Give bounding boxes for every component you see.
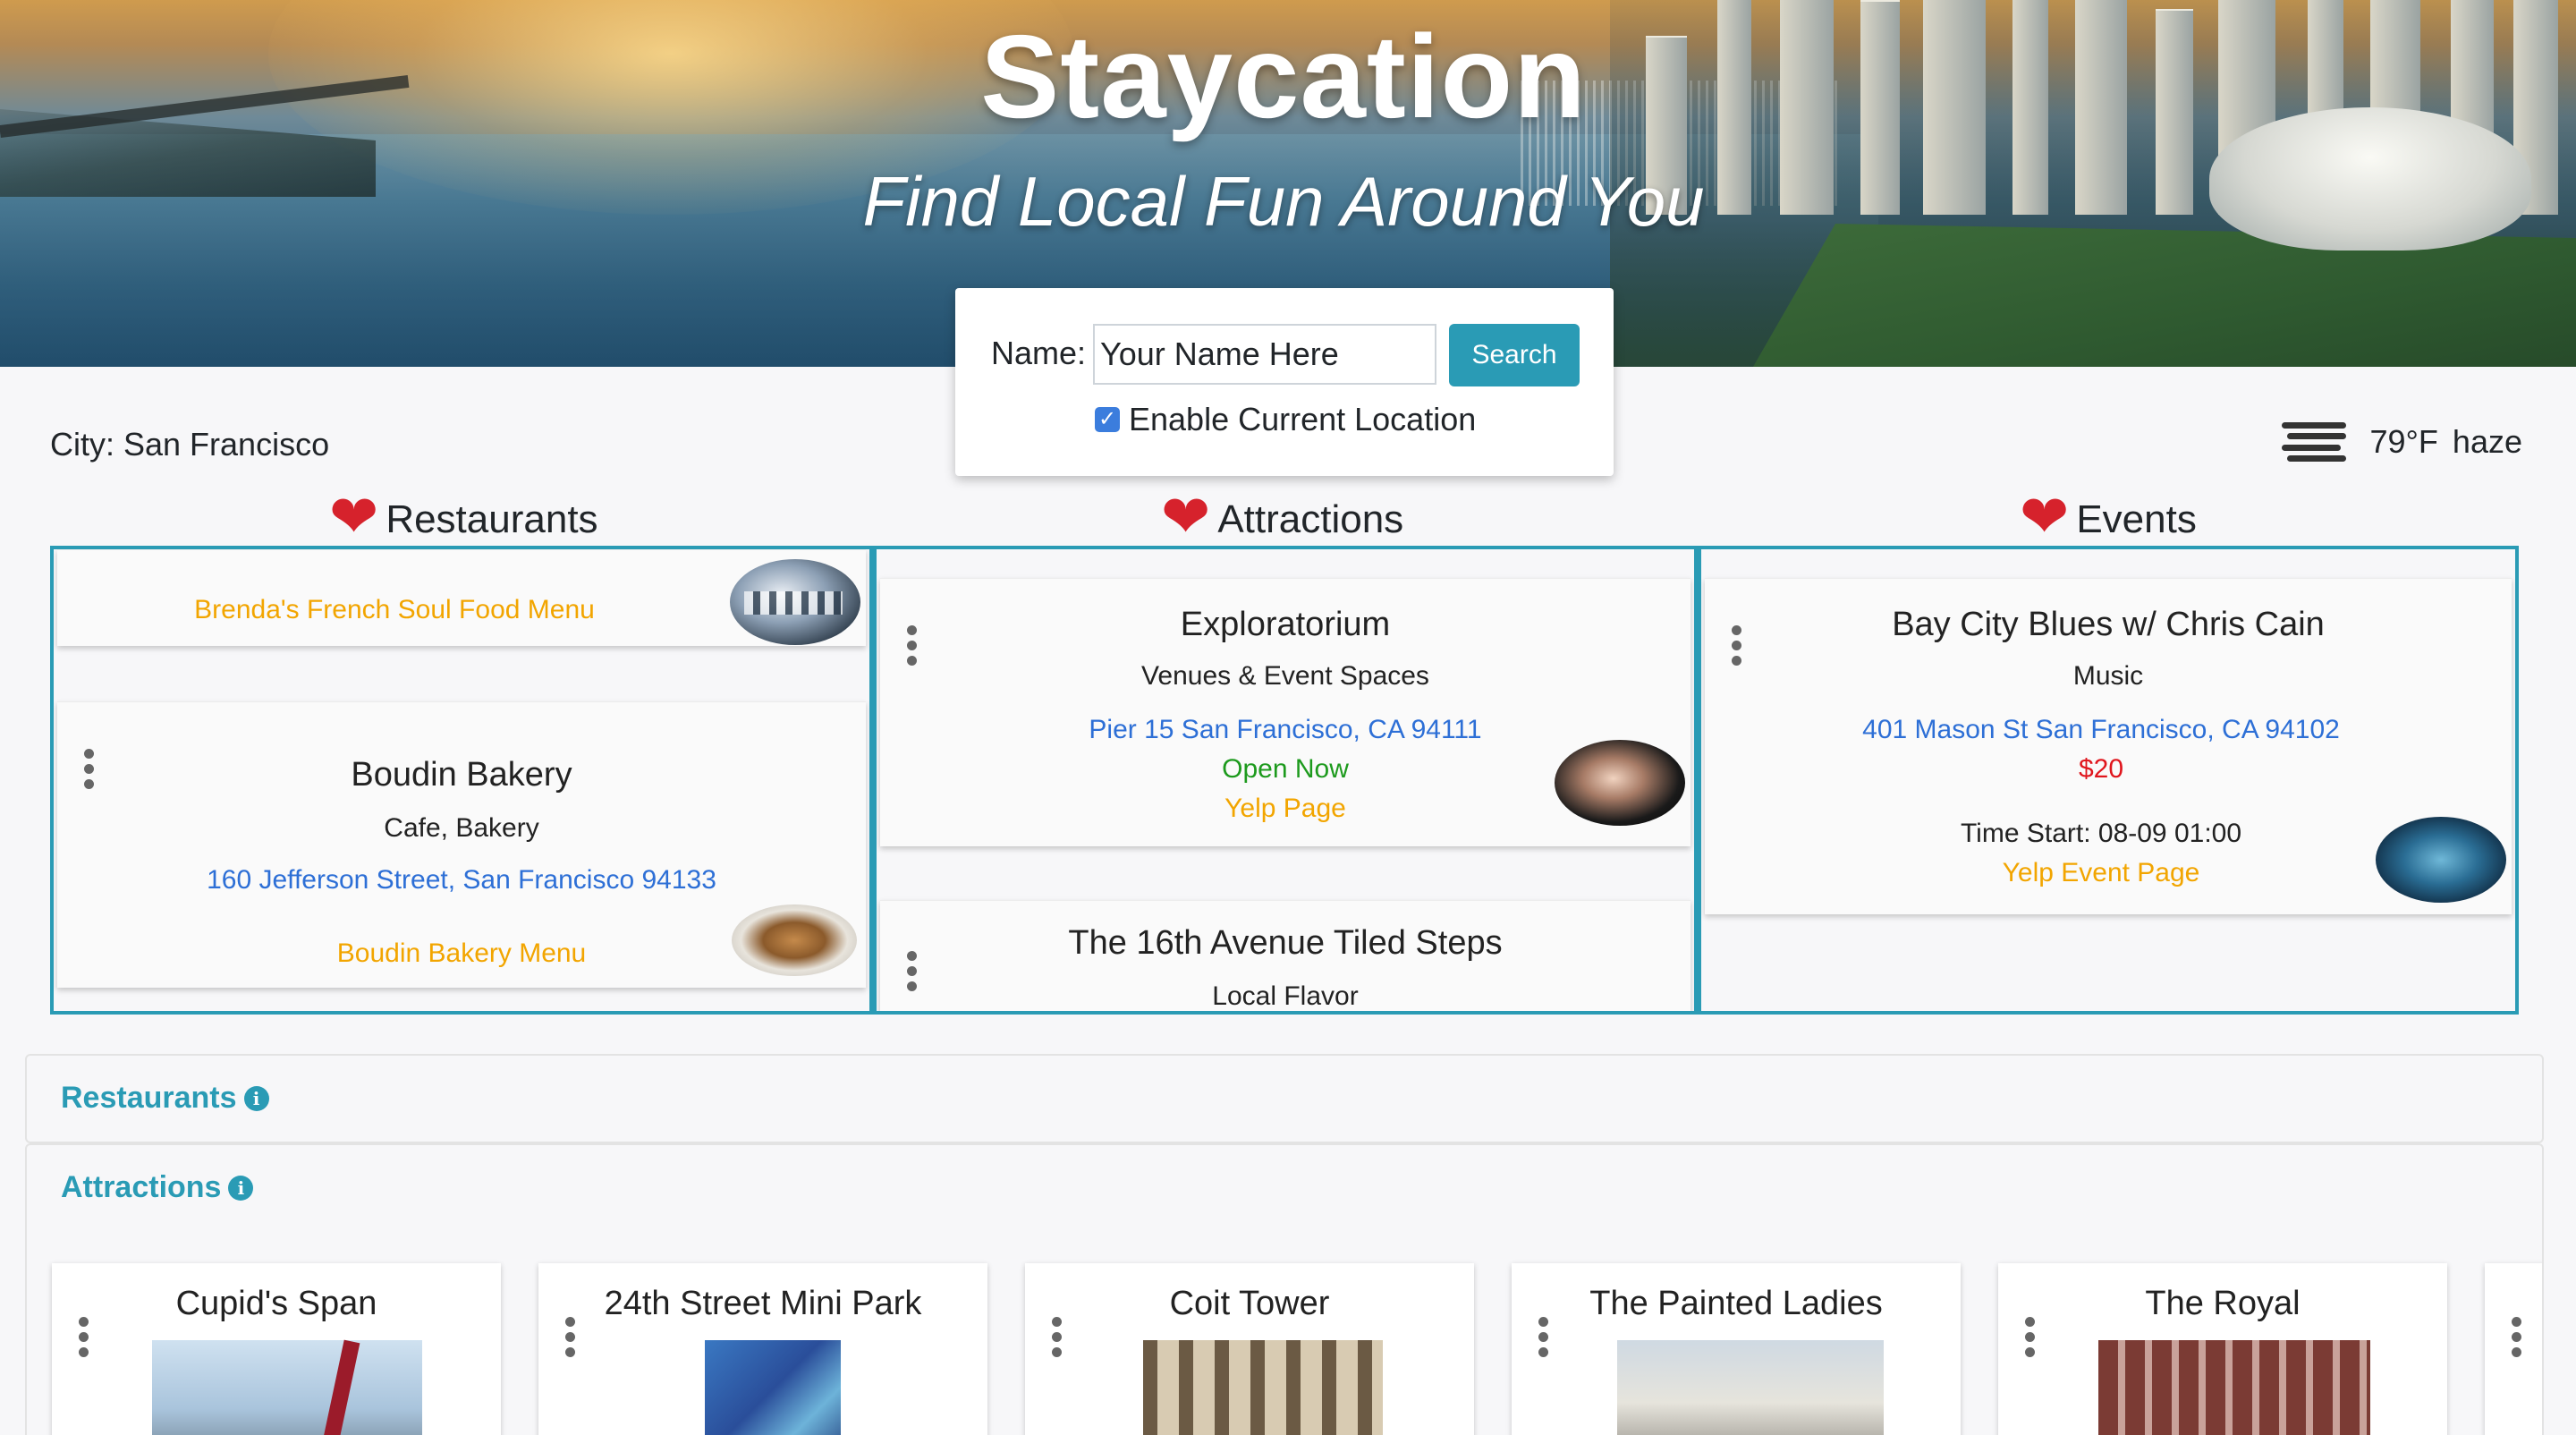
restaurant-photo — [732, 904, 857, 976]
carousel-card[interactable]: Cupid's Span — [52, 1263, 501, 1435]
restaurant-name: Boudin Bakery — [351, 756, 572, 794]
weather-temperature: 79°F — [2369, 423, 2438, 460]
attraction-type: Venues & Event Spaces — [1141, 661, 1429, 691]
restaurant-type: Cafe, Bakery — [384, 813, 539, 843]
carousel-card-image — [1617, 1340, 1884, 1435]
restaurants-accordion[interactable]: Restaurants i — [25, 1054, 2544, 1143]
heart-icon[interactable]: ❤ — [329, 487, 378, 546]
event-type: Music — [2072, 661, 2144, 691]
heart-icon[interactable]: ❤ — [2020, 487, 2069, 546]
name-label: Name: — [991, 335, 1087, 371]
attraction-card[interactable]: Exploratorium Venues & Event Spaces Pier… — [880, 578, 1690, 846]
carousel-card[interactable]: 24th Street Mini Park — [538, 1263, 987, 1435]
attractions-column[interactable]: Exploratorium Venues & Event Spaces Pier… — [873, 546, 1698, 1015]
events-heading: ❤ Events — [2020, 487, 2197, 549]
attraction-photo — [1555, 740, 1685, 826]
carousel-card-title: Coit Tower — [1169, 1285, 1330, 1322]
restaurants-heading-label: Restaurants — [386, 497, 598, 541]
location-label: Enable Current Location — [1129, 401, 1477, 437]
info-icon: i — [228, 1175, 254, 1201]
carousel-card[interactable]: The Painted Ladies — [1512, 1263, 1961, 1435]
checkbox-checked-icon[interactable]: ✓ — [1095, 407, 1120, 432]
attraction-address[interactable]: Pier 15 San Francisco, CA 94111 — [880, 715, 1690, 745]
event-name: Bay City Blues w/ Chris Cain — [1892, 606, 2325, 643]
attraction-card[interactable]: The 16th Avenue Tiled Steps Local Flavor — [880, 900, 1690, 1011]
attractions-heading-label: Attractions — [1217, 497, 1404, 541]
carousel-card[interactable] — [2485, 1263, 2542, 1435]
accordion-title: Attractions — [61, 1170, 222, 1204]
restaurants-column[interactable]: Brenda's French Soul Food Menu Boudin Ba… — [50, 546, 873, 1015]
carousel-card-image — [2098, 1340, 2370, 1435]
attractions-heading: ❤ Attractions — [1161, 487, 1404, 549]
accordion-header[interactable]: Attractions i — [61, 1170, 254, 1205]
events-column[interactable]: Bay City Blues w/ Chris Cain Music 401 M… — [1698, 546, 2519, 1015]
more-options-icon[interactable] — [2512, 1317, 2521, 1357]
restaurant-photo — [730, 559, 860, 645]
event-address[interactable]: 401 Mason St San Francisco, CA 94102 — [1705, 715, 2512, 745]
attractions-accordion[interactable]: Attractions i — [25, 1143, 2544, 1233]
event-photo — [2376, 817, 2506, 903]
attraction-name: The 16th Avenue Tiled Steps — [1068, 924, 1503, 962]
carousel-card-image — [1143, 1340, 1383, 1435]
restaurants-heading: ❤ Restaurants — [329, 487, 598, 549]
restaurant-card[interactable]: Brenda's French Soul Food Menu — [57, 549, 866, 646]
attraction-name: Exploratorium — [1180, 606, 1391, 643]
event-price: $20 — [2078, 754, 2124, 784]
restaurant-address[interactable]: 160 Jefferson Street, San Francisco 9413… — [57, 865, 866, 896]
carousel-card[interactable]: The Royal — [1998, 1263, 2447, 1435]
haze-icon — [2282, 422, 2347, 462]
name-input[interactable] — [1093, 324, 1436, 385]
carousel-card-image — [152, 1339, 422, 1435]
name-search-card: Name: Search ✓ Enable Current Location — [955, 288, 1614, 476]
location-toggle[interactable]: ✓ Enable Current Location — [1095, 401, 1476, 438]
accordion-title: Restaurants — [61, 1081, 237, 1115]
attraction-type: Local Flavor — [1212, 981, 1359, 1011]
city-label: City: San Francisco — [50, 426, 330, 463]
carousel-card-title: The Painted Ladies — [1589, 1285, 1883, 1322]
weather-condition: haze — [2452, 423, 2522, 460]
accordion-header[interactable]: Restaurants i — [61, 1081, 269, 1116]
info-icon: i — [243, 1085, 269, 1111]
carousel-card-title: Cupid's Span — [175, 1285, 377, 1322]
event-card[interactable]: Bay City Blues w/ Chris Cain Music 401 M… — [1705, 578, 2512, 914]
carousel-card[interactable]: Coit Tower — [1025, 1263, 1474, 1435]
site-title: Staycation — [980, 11, 1587, 142]
weather-widget: 79°F haze — [2282, 422, 2522, 462]
carousel-card-image — [705, 1340, 841, 1435]
carousel-card-title: The Royal — [2145, 1285, 2301, 1322]
events-heading-label: Events — [2076, 497, 2197, 541]
attractions-carousel[interactable]: Cupid's Span 24th Street Mini Park Coit … — [25, 1231, 2544, 1435]
search-button[interactable]: Search — [1449, 324, 1580, 386]
carousel-card-title: 24th Street Mini Park — [604, 1285, 922, 1322]
restaurant-card[interactable]: Boudin Bakery Cafe, Bakery 160 Jefferson… — [57, 701, 866, 988]
heart-icon[interactable]: ❤ — [1161, 487, 1210, 546]
site-subtitle: Find Local Fun Around You — [862, 162, 1705, 241]
